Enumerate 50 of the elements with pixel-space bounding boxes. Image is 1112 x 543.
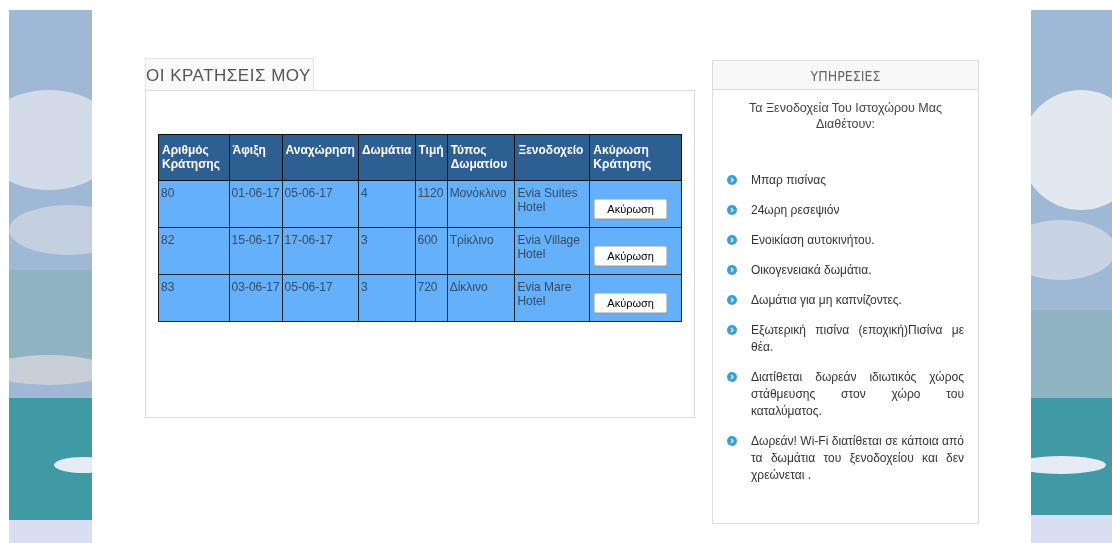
table-cell: 01-06-17 [229,180,283,228]
table-cell: 03-06-17 [229,274,283,322]
column-header: Αριθμός Κράτησης [158,134,230,181]
table-cell: 80 [158,180,230,228]
service-item: Μπαρ πισίνας [751,172,826,189]
table-cell: Μονόκλινο [447,180,515,228]
table-cell: 720 [415,274,448,322]
panel-header: ΥΠΗΡΕΣΙΕΣ [713,61,978,90]
chevron-icon [727,295,737,305]
column-header: Τύπος Δωματίου [447,134,515,181]
table-cell: Δίκλινο [447,274,515,322]
table-cell: Evia Village Hotel [514,227,590,275]
table-cell: 05-06-17 [282,274,359,322]
table-cell: 4 [358,180,415,228]
table-cell: Evia Suites Hotel [514,180,590,228]
chevron-icon [727,235,737,245]
chevron-icon [727,175,737,185]
table-cell: 3 [358,274,415,322]
service-item: Δωρεάν! Wi-Fi διατίθεται σε κάποια από τα δωμάτια του ξενοδοχείου και δεν χρεώνεται . [751,433,964,484]
table-cell: 3 [358,227,415,275]
column-header: Δωμάτια [358,134,415,181]
chevron-icon [727,265,737,275]
table-cell: 17-06-17 [282,227,359,275]
chevron-icon [727,436,737,446]
service-item: Εξωτερική πισίνα (εποχική)Πισίνα με θέα. [751,322,964,356]
table-cell: 15-06-17 [229,227,283,275]
cancel-button[interactable]: Ακύρωση [594,293,667,313]
column-header: Ακύρωση Κράτησης [589,134,682,181]
table-cell: 1120 [415,180,448,228]
table-cell: 83 [158,274,230,322]
column-header: Τιμή [415,134,448,181]
cancel-button[interactable]: Ακύρωση [594,246,667,266]
cancel-button[interactable]: Ακύρωση [594,199,667,219]
chevron-icon [727,325,737,335]
chevron-icon [727,372,737,382]
table-cell: 05-06-17 [282,180,359,228]
service-item: 24ωρη ρεσεψιόν [751,202,840,219]
column-header: Άφιξη [229,134,283,181]
column-header: Ξενοδοχείο [514,134,590,181]
column-header: Αναχώρηση [282,134,359,181]
chevron-icon [727,205,737,215]
service-item: Δωμάτια για μη καπνίζοντες. [751,292,902,309]
table-cell: 82 [158,227,230,275]
table-cell: 600 [415,227,448,275]
table-cell: Evia Mare Hotel [514,274,590,322]
service-item: Ενοικίαση αυτοκινήτου. [751,232,875,249]
service-item: Διατίθεται δωρεάν ιδιωτικός χώρος στάθμευσης στον χώρο του καταλύματος. [751,369,964,420]
table-cell: Τρίκλινο [447,227,515,275]
intro-text: Τα Ξενοδοχεία Του Ιστοχώρου Μας Διαθέτουν: [748,100,943,132]
service-item: Οικογενειακά δωμάτια. [751,262,872,279]
